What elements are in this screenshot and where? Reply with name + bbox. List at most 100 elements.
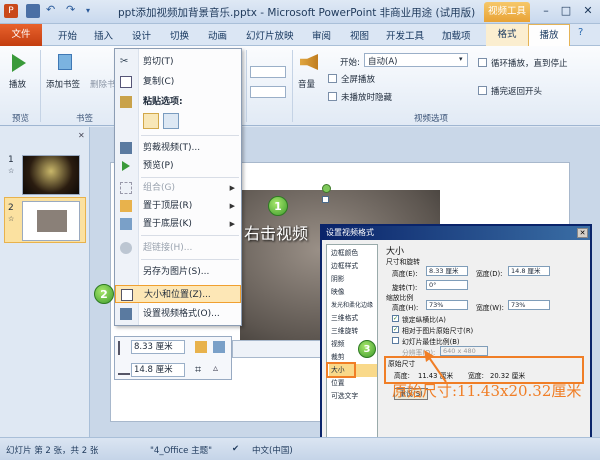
video-options-group-label: 视频选项 [414,114,449,124]
width-label: 宽度(D): [476,270,503,278]
tab-design[interactable]: 设计 [132,28,151,42]
menu-item-preview[interactable]: 预览(P) [115,157,241,175]
loop-checkbox[interactable] [478,58,487,67]
tab-insert[interactable]: 插入 [94,28,113,42]
tab-slideshow[interactable]: 幻灯片放映 [246,28,294,42]
menu-item-size-position[interactable]: 大小和位置(Z)... [115,285,241,303]
customize-quick-access-icon[interactable]: ▾ [86,4,100,18]
scale-width-input[interactable]: 73% [508,300,550,310]
height-input[interactable]: 8.33 厘米 [426,266,468,276]
nav-item-shadow[interactable]: 阴影 [329,273,377,286]
paste-keep-icon[interactable] [143,113,159,129]
play-button[interactable]: 播放 [9,78,26,90]
preview-group-label: 预览 [12,114,30,124]
tab-developer[interactable]: 开发工具 [386,28,424,42]
slides-pane: ✕ 1 ☆ 2 ☆ [0,127,90,437]
bring-front-icon[interactable] [195,341,207,353]
bookmark-group-label: 书签 [76,114,94,124]
rotation-handle[interactable] [322,184,331,193]
add-bookmark-button[interactable]: 添加书签 [46,78,80,90]
paste-picture-icon[interactable] [163,113,179,129]
language[interactable]: 中文(中国) [252,444,293,456]
tab-animations[interactable]: 动画 [208,28,227,42]
best-scale-checkbox[interactable] [392,337,399,344]
fade-duration-input[interactable] [250,66,286,78]
menu-item-send-back[interactable]: 置于底层(K) ▶ [115,215,241,233]
minimize-button[interactable]: – [536,3,556,19]
height-icon [118,341,128,355]
fullscreen-checkbox[interactable] [328,74,337,83]
nav-item-3d-format[interactable]: 三维格式 [329,312,377,325]
scale-label: 缩放比例 [386,294,414,302]
nav-item-position[interactable]: 位置 [329,377,377,390]
dialog-close-icon[interactable]: ✕ [577,228,588,238]
scale-height-input[interactable]: 73% [426,300,468,310]
hide-not-playing-label: 未播放时隐藏 [341,93,393,103]
size-position-icon [121,289,133,301]
save-icon[interactable] [26,4,40,18]
send-back-icon[interactable] [213,341,225,353]
trim-video-icon [120,142,132,154]
nav-item-reflection[interactable]: 映像 [329,286,377,299]
add-bookmark-icon[interactable] [58,54,72,70]
play-icon[interactable] [12,54,26,72]
theme-name[interactable]: "4_Office 主题" [150,444,212,456]
undo-icon[interactable]: ↶ [46,4,60,18]
resize-handle[interactable] [322,196,329,203]
redo-icon[interactable]: ↷ [66,4,80,18]
relative-original-checkbox[interactable]: ✓ [392,326,399,333]
paste-icon [120,96,132,108]
slide-thumbnail-1[interactable] [22,155,80,195]
volume-icon[interactable] [300,54,318,70]
remove-bookmark-button[interactable]: 删除书 [90,78,116,90]
menu-item-trim-video[interactable]: 剪裁视频(T)... [115,139,241,157]
nav-item-border-color[interactable]: 边框颜色 [329,247,377,260]
crop-icon[interactable]: ⌗ [195,363,201,377]
lock-aspect-checkbox[interactable]: ✓ [392,315,399,322]
rewind-checkbox[interactable] [478,86,487,95]
star-icon: ☆ [8,215,15,223]
hide-not-playing-checkbox[interactable] [328,92,337,101]
width-input[interactable]: 14.8 厘米 [131,363,185,377]
menu-item-bring-front[interactable]: 置于顶层(R) ▶ [115,197,241,215]
menu-item-save-as-picture[interactable]: 另存为图片(S)... [115,263,241,281]
start-select[interactable]: 自动(A) ▾ [364,53,468,67]
menu-item-cut[interactable]: ✂ 剪切(T) [115,53,241,71]
scale-width-label: 宽度(W): [476,304,504,312]
menu-item-format-video[interactable]: 设置视频格式(O)... [115,305,241,323]
tab-addins[interactable]: 加载项 [442,28,471,42]
tab-view[interactable]: 视图 [350,28,369,42]
pane-close-icon[interactable]: ✕ [78,131,85,140]
width-input[interactable]: 14.8 厘米 [508,266,550,276]
fade-out-input[interactable] [250,86,286,98]
help-icon[interactable]: ? [578,27,583,38]
lock-aspect-label: 锁定纵横比(A) [402,316,446,324]
spellcheck-icon[interactable]: ✔ [232,444,239,454]
nav-item-3d-rotation[interactable]: 三维旋转 [329,325,377,338]
chevron-down-icon: ▾ [459,55,463,63]
menu-item-copy[interactable]: 复制(C) [115,73,241,91]
scissors-icon: ✂ [120,56,129,67]
tab-file[interactable]: 文件 [0,24,42,46]
ribbon-playback: 播放 预览 添加书签 删除书 书签 音量 开始: 自动(A) ▾ 全屏播放 未播… [0,46,600,126]
height-input[interactable]: 8.33 厘米 [131,340,185,354]
tab-home[interactable]: 开始 [58,28,77,42]
tab-review[interactable]: 审阅 [312,28,331,42]
nav-item-alt-text[interactable]: 可选文字 [329,390,377,403]
callout-badge: 2 [94,284,114,304]
bring-front-icon [120,200,132,212]
shape-outline-icon[interactable]: ▵ [213,363,218,374]
nav-item-border-style[interactable]: 边框样式 [329,260,377,273]
playback-bar[interactable] [232,340,322,358]
maximize-button[interactable]: □ [556,3,576,19]
tab-format[interactable]: 格式 [486,24,528,46]
close-button[interactable]: ✕ [578,3,598,19]
volume-button[interactable]: 音量 [298,78,315,90]
nav-item-glow[interactable]: 发光和柔化边缘 [329,299,377,312]
submenu-arrow-icon: ▶ [229,202,235,210]
ribbon-tabs: 文件 开始 插入 设计 切换 动画 幻灯片放映 审阅 视图 开发工具 加载项 格… [0,24,600,46]
slide-thumbnail-2[interactable] [22,201,80,241]
tab-transitions[interactable]: 切换 [170,28,189,42]
tab-playback[interactable]: 播放 [528,24,570,46]
rotation-input[interactable]: 0° [426,280,468,290]
